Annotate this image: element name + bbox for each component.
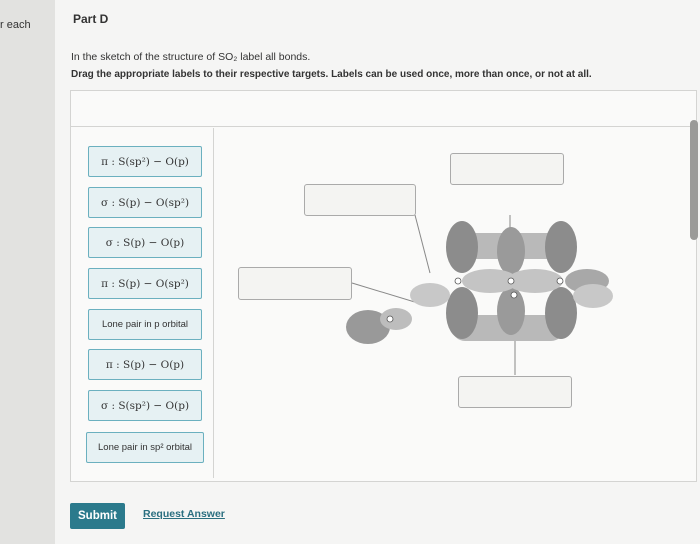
sidebar: r each [0,0,55,544]
drag-instruction: Drag the appropriate labels to their res… [71,69,592,80]
instruction-text: In the sketch of the structure of SO₂ la… [71,51,311,63]
part-title: Part D [73,12,109,26]
drop-target[interactable] [450,153,564,185]
p-orbital-lobe [545,287,577,339]
label-tile[interactable]: π : S(p) − O(sp²) [88,268,202,299]
p-orbital-lobe [497,227,525,275]
sigma-bond-lobe [507,269,563,293]
p-orbital-lobe [545,221,577,273]
lone-pair-lobe [380,308,412,330]
sidebar-text: r each [0,19,31,31]
label-tile[interactable]: σ : S(p) − O(p) [88,227,202,258]
divider [70,126,697,127]
leader-line [414,215,431,274]
vertical-scrollbar[interactable] [690,120,698,240]
label-tile[interactable]: σ : S(p) − O(sp²) [88,187,202,218]
submit-button[interactable]: Submit [70,503,125,529]
leader-line [351,282,419,304]
label-bank [81,128,214,478]
atom-node [510,291,518,299]
oxygen-atom [556,277,564,285]
oxygen-atom [454,277,462,285]
p-orbital-lobe [446,287,478,339]
p-orbital-lobe [446,221,478,273]
atom-node [386,315,394,323]
label-tile[interactable]: Lone pair in sp² orbital [86,432,204,463]
sulfur-atom [507,277,515,285]
label-tile[interactable]: π : S(p) − O(p) [88,349,202,380]
drop-target[interactable] [304,184,416,216]
request-answer-link[interactable]: Request Answer [143,508,225,520]
drop-target[interactable] [458,376,572,408]
label-tile[interactable]: π : S(sp²) − O(p) [88,146,202,177]
so2-orbital-sketch [346,215,613,375]
label-tile[interactable]: Lone pair in p orbital [88,309,202,340]
sp2-lobe [410,283,450,307]
label-tile[interactable]: σ : S(sp²) − O(p) [88,390,202,421]
sp2-lobe [573,284,613,308]
